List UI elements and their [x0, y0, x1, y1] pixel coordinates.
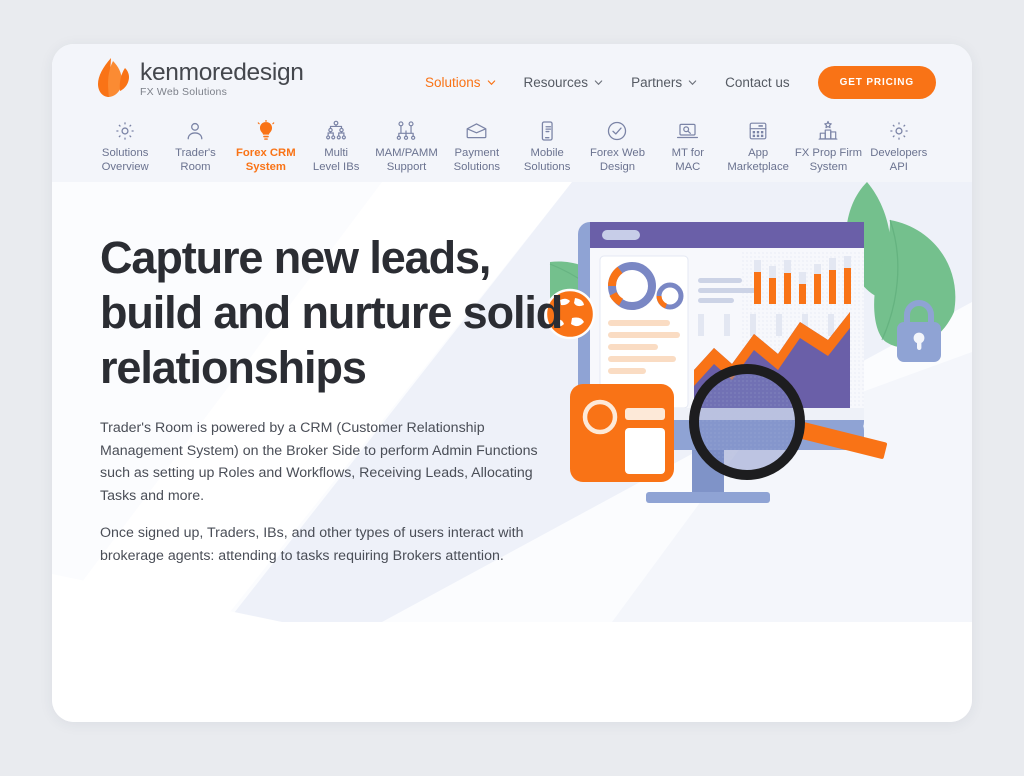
- nav-item-label: Solutions: [424, 75, 481, 90]
- nav-item-partners[interactable]: Partners: [617, 75, 711, 90]
- browser-page-card: kenmoredesign FX Web Solutions Solutions…: [52, 44, 972, 722]
- subnav-item-mam-pamm-support[interactable]: MAM/PAMM Support: [371, 120, 441, 174]
- subnav-item-mobile-solutions[interactable]: Mobile Solutions: [512, 120, 582, 174]
- subnav-item-forex-web-design[interactable]: Forex Web Design: [582, 120, 652, 174]
- subnav-item-forex-crm-system[interactable]: Forex CRM System: [231, 120, 301, 174]
- hero-paragraph-1: Trader's Room is powered by a CRM (Custo…: [100, 420, 538, 504]
- subnav-item-label: Solutions Overview: [101, 147, 149, 173]
- hero-copy: Capture new leads, build and nurture sol…: [100, 230, 570, 567]
- site-header: kenmoredesign FX Web Solutions Solutions…: [52, 44, 972, 182]
- subnav-item-label: MT for MAC: [671, 147, 704, 173]
- chevron-down-icon: [688, 80, 697, 86]
- app-grid-icon: [747, 120, 769, 142]
- id-card-icon: [570, 384, 674, 482]
- subnav-item-solutions-overview[interactable]: Solutions Overview: [90, 120, 160, 174]
- hero-section: Capture new leads, build and nurture sol…: [52, 182, 972, 622]
- nav-item-solutions[interactable]: Solutions: [411, 75, 510, 90]
- gear-icon: [888, 120, 910, 142]
- subnav-item-mt-for-mac[interactable]: MT for MAC: [653, 120, 723, 174]
- laptop-icon: [676, 120, 699, 142]
- subnav-item-label: FX Prop Firm System: [794, 147, 863, 173]
- chevron-down-icon: [594, 80, 603, 86]
- subnav-item-multi-level-ibs[interactable]: Multi Level IBs: [301, 120, 371, 174]
- subnav-item-label: Developers API: [870, 147, 928, 173]
- nav-item-resources[interactable]: Resources: [510, 75, 618, 90]
- subnav-item-label: Trader's Room: [175, 147, 216, 173]
- network-nodes-icon: [395, 120, 417, 142]
- hero-title: Capture new leads, build and nurture sol…: [100, 232, 563, 393]
- header-top-bar: kenmoredesign FX Web Solutions Solutions…: [52, 44, 972, 116]
- check-circle-icon: [606, 120, 628, 142]
- subnav-item-label: Multi Level IBs: [312, 147, 360, 173]
- nav-item-contact-us[interactable]: Contact us: [711, 75, 804, 90]
- gear-icon: [114, 120, 136, 142]
- lightbulb-icon: [255, 120, 277, 142]
- crm-dashboard-illustration: [542, 182, 972, 532]
- subnav-item-label: Forex CRM System: [236, 147, 296, 173]
- main-navigation: Solutions Resources Partners Contact us …: [411, 66, 936, 99]
- chevron-down-icon: [487, 80, 495, 86]
- subnav-item-label: App Marketplace: [727, 147, 789, 173]
- get-pricing-button[interactable]: GET PRICING: [817, 66, 936, 99]
- wallet-icon: [465, 120, 488, 142]
- person-icon: [184, 120, 206, 142]
- subnav-item-payment-solutions[interactable]: Payment Solutions: [442, 120, 512, 174]
- nav-item-label: Contact us: [725, 75, 790, 90]
- subnav-item-traders-room[interactable]: Trader's Room: [160, 120, 230, 174]
- hierarchy-icon: [325, 120, 347, 142]
- subnav-item-developers-api[interactable]: Developers API: [864, 120, 934, 174]
- nav-item-label: Resources: [523, 75, 589, 90]
- crm-dashboard-illustration-svg: [544, 182, 956, 503]
- podium-star-icon: [817, 120, 839, 142]
- subnav-item-app-marketplace[interactable]: App Marketplace: [723, 120, 793, 174]
- subnav-item-label: MAM/PAMM Support: [375, 147, 438, 173]
- subnav-item-label: Payment Solutions: [453, 147, 501, 173]
- page-bottom-whitespace: [52, 622, 972, 722]
- solutions-subnav: Solutions Overview Trader's Room Forex C…: [52, 116, 972, 174]
- subnav-item-label: Forex Web Design: [589, 147, 645, 173]
- brand-logo[interactable]: kenmoredesign FX Web Solutions: [97, 58, 304, 98]
- brand-tagline: FX Web Solutions: [140, 85, 228, 98]
- brand-name: kenmoredesign: [140, 59, 304, 86]
- nav-item-label: Partners: [631, 75, 683, 90]
- subnav-item-fx-prop-firm-system[interactable]: FX Prop Firm System: [793, 120, 863, 174]
- hero-paragraph-2: Once signed up, Traders, IBs, and other …: [100, 525, 524, 564]
- mobile-phone-icon: [536, 120, 558, 142]
- subnav-item-label: Mobile Solutions: [523, 147, 571, 173]
- flame-leaf-logo-icon: [98, 58, 129, 97]
